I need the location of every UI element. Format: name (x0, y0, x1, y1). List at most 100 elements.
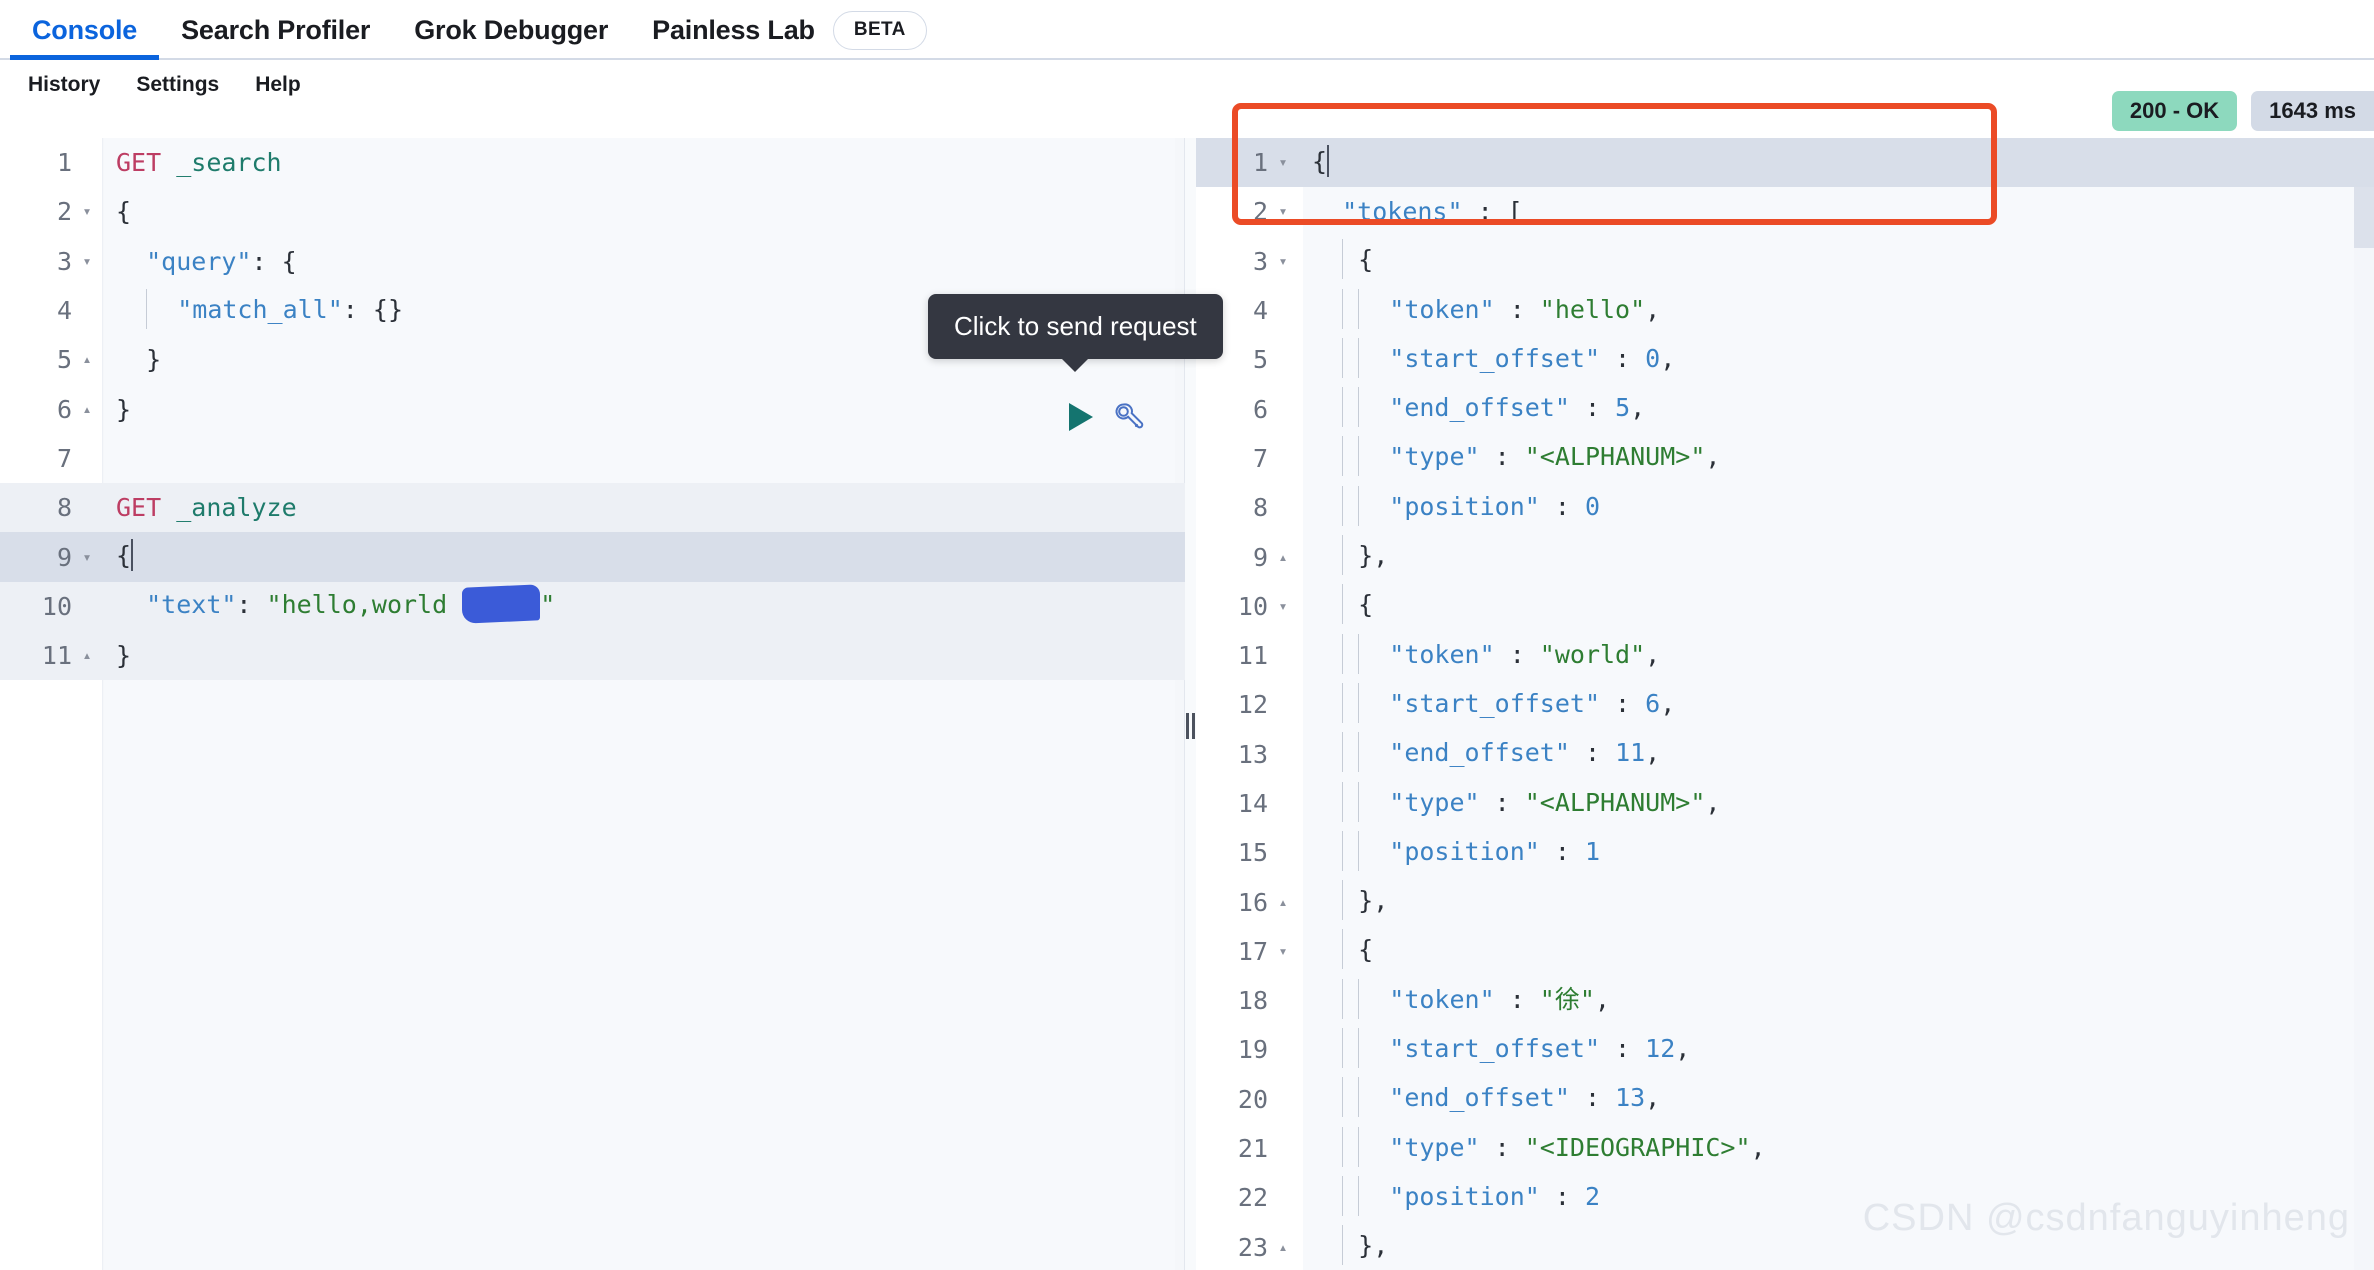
fold-toggle-icon[interactable]: ▴ (1268, 894, 1298, 910)
response-row[interactable]: 3 ▾ { (1196, 237, 2374, 286)
code-token: : (1539, 836, 1585, 866)
fold-toggle-icon[interactable]: ▾ (1268, 598, 1298, 614)
play-icon[interactable] (1066, 401, 1096, 433)
fold-toggle-icon[interactable]: ▾ (72, 549, 102, 565)
fold-toggle-icon[interactable]: ▾ (72, 204, 102, 219)
code-token: , (1705, 442, 1721, 472)
editor-row[interactable]: 10 "text": "hello,world " (0, 581, 1185, 631)
response-code-text: "start_offset" : 6, (1298, 682, 2374, 725)
response-row[interactable]: 9 ▴ }, (1196, 532, 2374, 581)
watermark: CSDN @csdnfanguyinheng (1862, 1197, 2350, 1239)
response-status-row: 200 - OK 1643 ms (2111, 91, 2374, 131)
fold-toggle-icon[interactable]: ▾ (72, 253, 102, 269)
fold-toggle-icon[interactable]: ▴ (1268, 549, 1298, 565)
help-button[interactable]: Help (237, 73, 319, 97)
tab-painless-lab[interactable]: Painless Lab (630, 0, 837, 60)
response-row[interactable]: 4 "token" : "hello", (1196, 286, 2374, 335)
response-line-number: 21 (1237, 1134, 1268, 1164)
response-row[interactable]: 2 ▾ "tokens" : [ (1196, 187, 2374, 236)
response-row[interactable]: 12 "start_offset" : 6, (1196, 680, 2374, 729)
response-row[interactable]: 18 "token" : "徐", (1196, 976, 2374, 1025)
response-code-text: { (1298, 584, 2374, 626)
tab-search-profiler[interactable]: Search Profiler (159, 0, 392, 60)
response-row[interactable]: 20 "end_offset" : 13, (1196, 1075, 2374, 1124)
editor-line-number: 7 (56, 443, 72, 473)
fold-toggle-icon[interactable]: ▾ (1268, 943, 1298, 959)
code-token: , (1675, 1033, 1691, 1063)
response-row[interactable]: 7 "type" : "<ALPHANUM>", (1196, 434, 2374, 483)
code-token: { (1312, 146, 1328, 176)
response-row[interactable]: 5 "start_offset" : 0, (1196, 335, 2374, 384)
response-row[interactable]: 14 "type" : "<ALPHANUM>", (1196, 779, 2374, 828)
code-token: } (116, 394, 132, 424)
editor-row[interactable]: 7 (0, 434, 1185, 483)
fold-toggle-icon[interactable]: ▴ (72, 401, 102, 417)
editor-row[interactable]: 3 ▾ "query": { (0, 237, 1185, 286)
code-token: , (1660, 343, 1676, 373)
fold-toggle-icon[interactable]: ▾ (1268, 155, 1298, 170)
editor-row[interactable]: 1 GET _search (0, 138, 1185, 187)
response-row[interactable]: 17 ▾ { (1196, 927, 2374, 976)
fold-toggle-icon[interactable]: ▾ (1268, 204, 1298, 219)
response-row[interactable]: 16 ▴ }, (1196, 877, 2374, 926)
response-code-text: "type" : "<ALPHANUM>", (1298, 436, 2374, 478)
response-row[interactable]: 1 ▾ { (1196, 138, 2374, 188)
history-button[interactable]: History (10, 73, 118, 97)
indent-guide (1342, 584, 1344, 625)
indent-guide (1342, 288, 1344, 329)
editor-line-number: 8 (56, 493, 72, 523)
response-row[interactable]: 8 "position" : 0 (1196, 483, 2374, 532)
fold-toggle-icon[interactable]: ▾ (1268, 253, 1298, 269)
wrench-icon[interactable] (1110, 400, 1144, 434)
editor-line-number: 6 (56, 394, 72, 424)
code-token: "hello" (1539, 294, 1646, 324)
code-token: { (1343, 590, 1374, 620)
editor-row[interactable]: 2 ▾ { (0, 187, 1185, 236)
code-token: : (1479, 1132, 1525, 1162)
editor-line-number: 3 (56, 246, 72, 276)
response-row[interactable]: 10 ▾ { (1196, 582, 2374, 631)
response-viewer-pane[interactable]: 1 ▾{2 ▾ "tokens" : [3 ▾ {4 "token" : "hello… (1196, 138, 2374, 1270)
response-row[interactable]: 19 "start_offset" : 12, (1196, 1025, 2374, 1074)
editor-lines[interactable]: 1 GET _search 2 ▾{3 ▾ "query": {4 "match_all… (0, 138, 1185, 681)
code-token: : (1479, 787, 1525, 817)
fold-toggle-icon[interactable]: ▴ (1268, 1239, 1298, 1255)
tab-grok-debugger[interactable]: Grok Debugger (392, 0, 630, 60)
tab-console[interactable]: Console (10, 0, 160, 60)
settings-button[interactable]: Settings (118, 73, 237, 97)
editor-code-text: { (102, 197, 1185, 226)
beta-badge: BETA (832, 10, 927, 50)
editor-row[interactable]: 9 ▾ { (0, 532, 1185, 582)
response-line-number: 19 (1237, 1035, 1268, 1065)
code-token: "start_offset" (1389, 343, 1600, 373)
response-code-text: "type" : "<IDEOGRAPHIC>", (1298, 1126, 2374, 1169)
code-token: "type" (1389, 442, 1480, 472)
response-row[interactable]: 21 "type" : "<IDEOGRAPHIC>", (1196, 1124, 2374, 1173)
response-lines[interactable]: 1 ▾{2 ▾ "tokens" : [3 ▾ {4 "token" : "hello… (1196, 138, 2374, 1270)
editor-row[interactable]: 6 ▴} (0, 384, 1185, 433)
code-token: GET (116, 148, 177, 178)
indent-guide (1358, 387, 1360, 428)
code-token: : (1600, 1033, 1646, 1063)
response-row[interactable]: 11 "token" : "world", (1196, 631, 2374, 680)
response-row[interactable]: 6 "end_offset" : 5, (1196, 384, 2374, 433)
editor-row[interactable]: 11 ▴} (0, 630, 1185, 681)
code-token: : (236, 590, 267, 620)
response-row[interactable]: 13 "end_offset" : 11, (1196, 730, 2374, 779)
editor-row[interactable]: 8 GET _analyze (0, 483, 1185, 533)
fold-toggle-icon[interactable]: ▴ (72, 352, 102, 367)
response-row[interactable]: 15 "position" : 1 (1196, 828, 2374, 877)
fold-toggle-icon[interactable]: ▴ (72, 648, 102, 663)
code-token: : (1494, 639, 1540, 669)
